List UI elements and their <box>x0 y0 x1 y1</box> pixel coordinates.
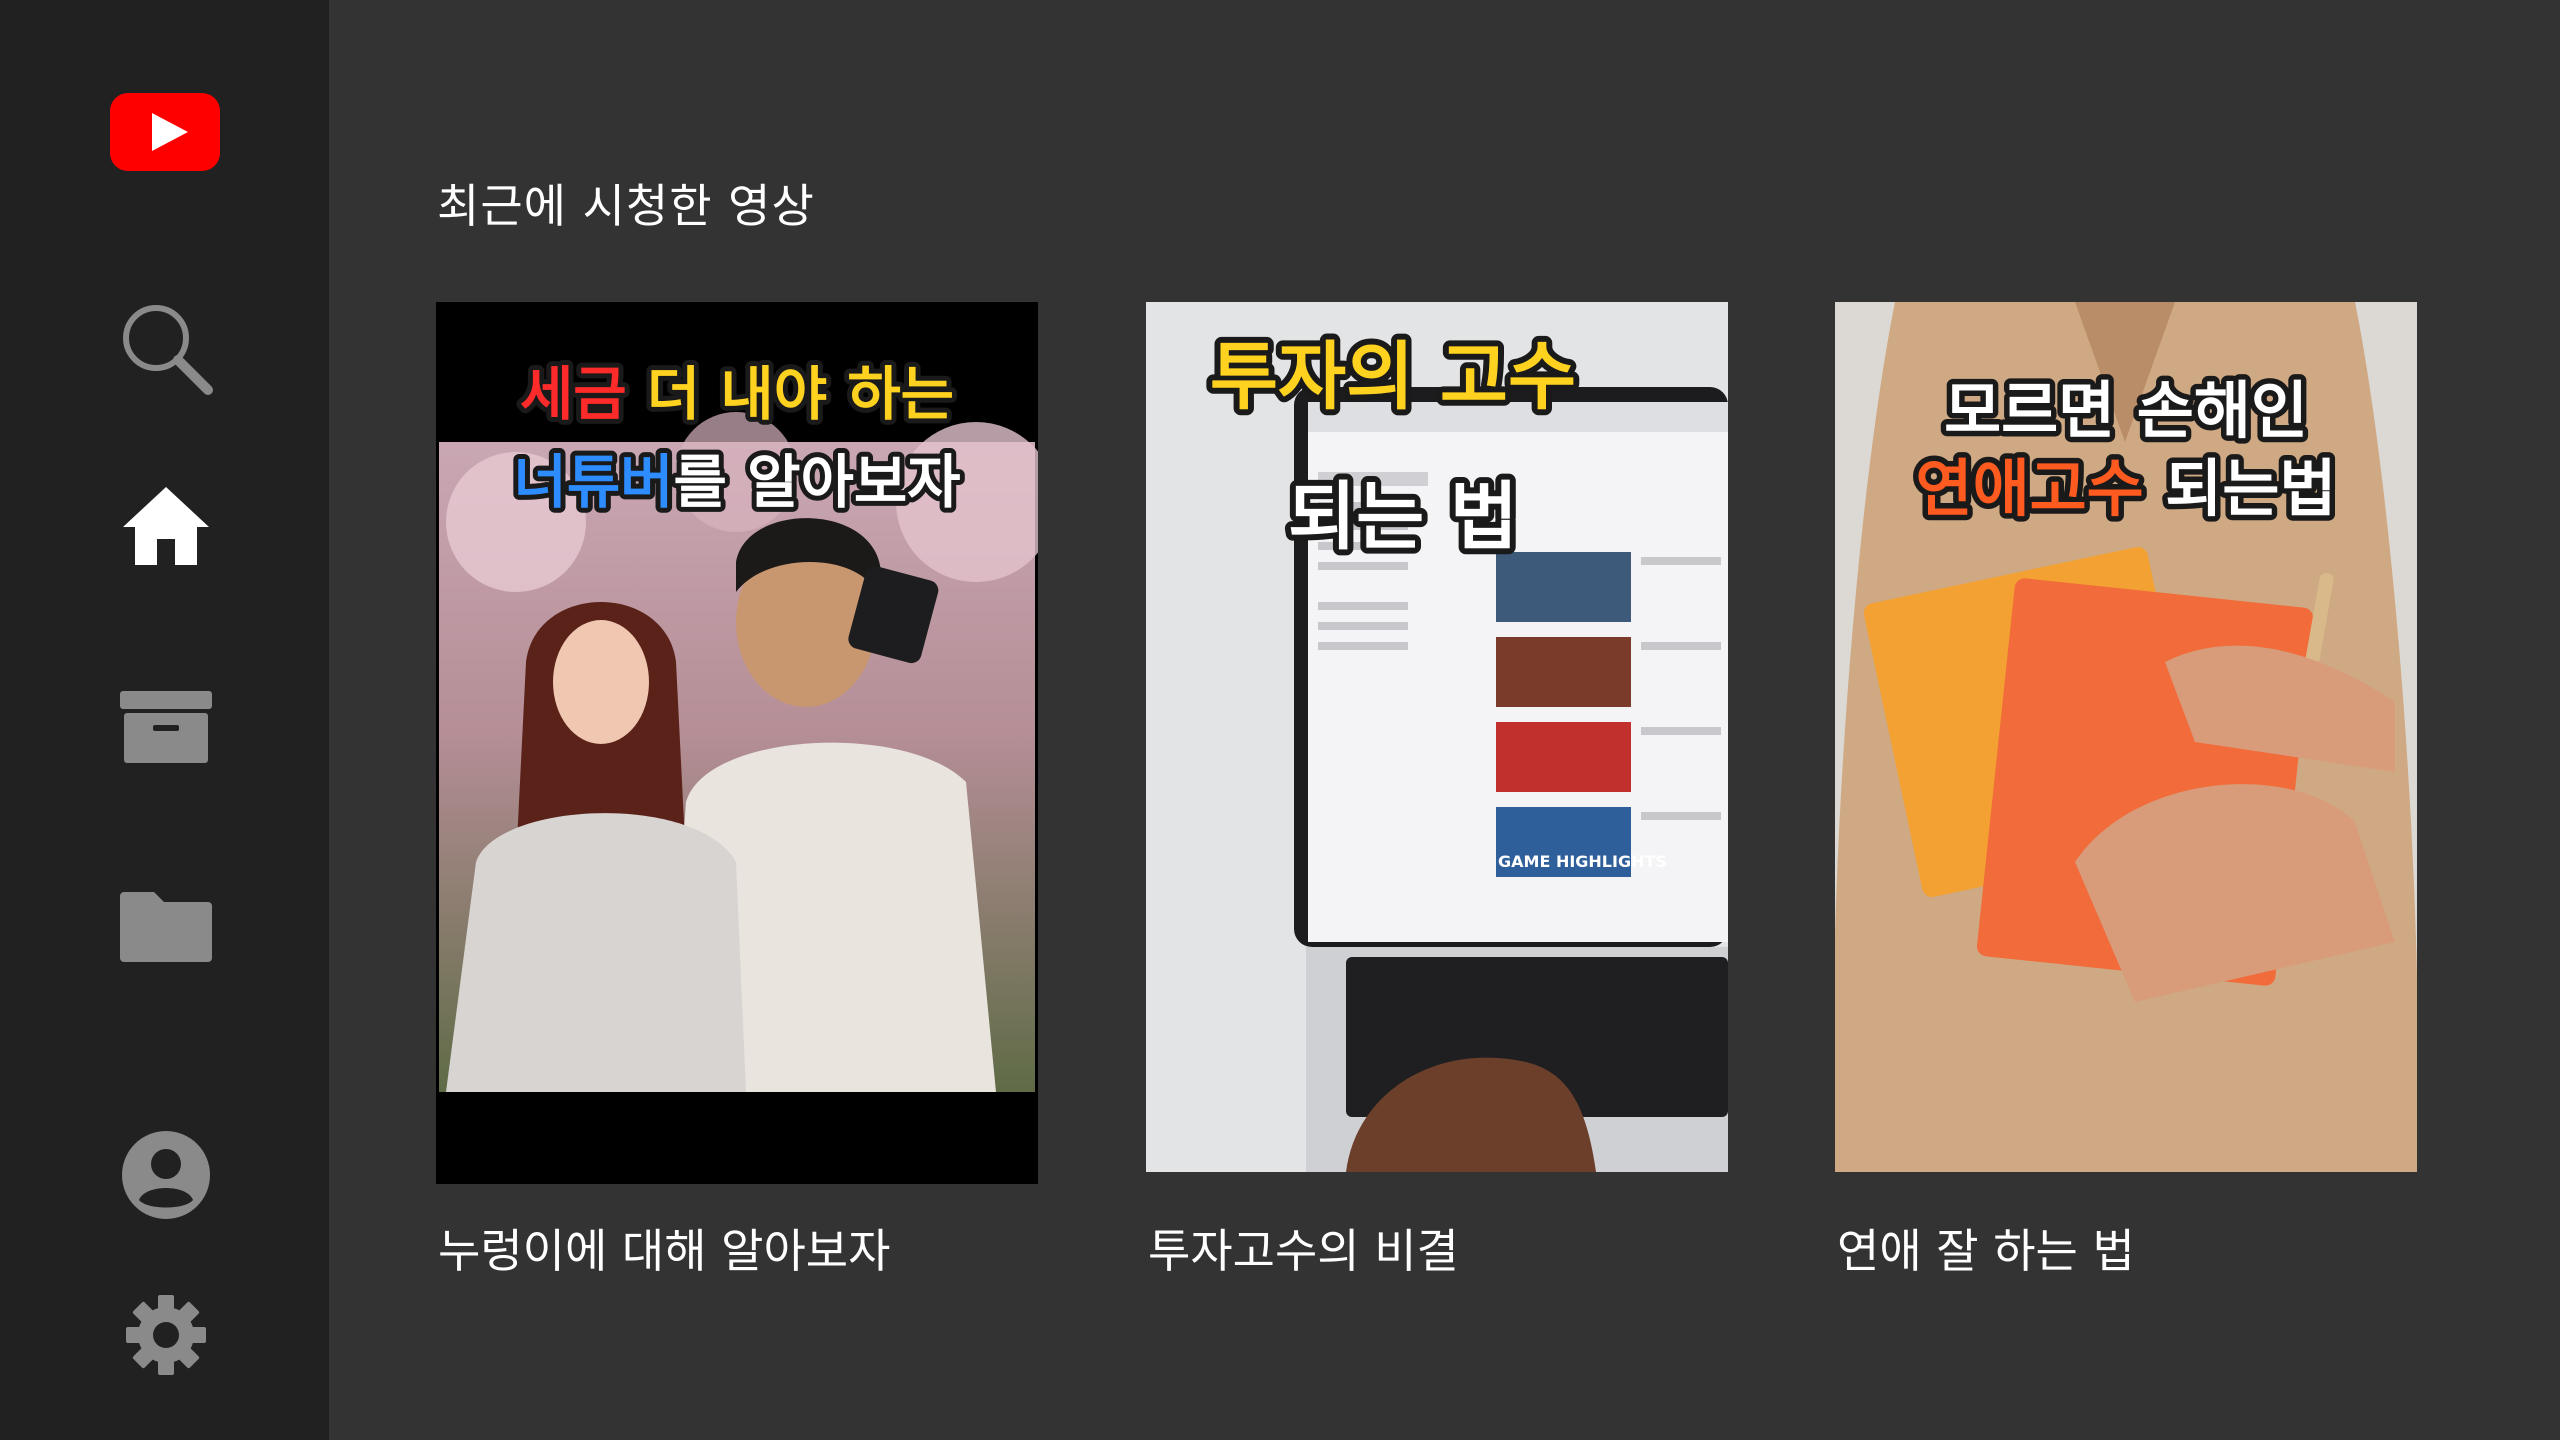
video-thumbnail[interactable]: GAME HIGHLIGHTS 투자의 고수 되는 법 <box>1146 302 1728 1172</box>
thumbnail-headline-line1: 세금 더 내야 하는 <box>520 360 954 428</box>
thumbnail-headline-line1: 모르면 손해인 <box>1944 374 2308 447</box>
home-icon[interactable] <box>112 480 220 570</box>
thumbnail-headline-line2: 연애고수 되는법 <box>1916 452 2337 525</box>
video-title[interactable]: 누렁이에 대해 알아보자 <box>438 1215 890 1281</box>
thumbnail-headline-line2: 너튜버를 알아보자 <box>513 448 960 516</box>
account-circle-icon[interactable] <box>112 1130 220 1220</box>
screen-caption: GAME HIGHLIGHTS <box>1498 852 1667 871</box>
video-thumbnail[interactable]: 세금 더 내야 하는 너튜버를 알아보자 <box>436 302 1038 1184</box>
thumbnail-headline-line2: 되는 법 <box>1288 474 1518 560</box>
archive-box-icon[interactable] <box>112 685 220 769</box>
video-thumbnail[interactable]: 모르면 손해인 연애고수 되는법 <box>1835 302 2417 1172</box>
gear-icon[interactable] <box>112 1290 220 1380</box>
video-title[interactable]: 연애 잘 하는 법 <box>1837 1215 2135 1281</box>
folder-icon[interactable] <box>112 885 220 965</box>
sidebar <box>0 0 329 1440</box>
section-title: 최근에 시청한 영상 <box>437 179 815 233</box>
main-content: 최근에 시청한 영상 세금 더 내야 하는 너튜버를 알아보자 누렁이에 대해 … <box>329 0 2560 1440</box>
search-icon[interactable] <box>112 298 220 398</box>
thumbnail-headline-line1: 투자의 고수 <box>1210 334 1576 420</box>
youtube-logo-icon[interactable] <box>110 93 222 173</box>
video-title[interactable]: 투자고수의 비결 <box>1148 1215 1459 1281</box>
